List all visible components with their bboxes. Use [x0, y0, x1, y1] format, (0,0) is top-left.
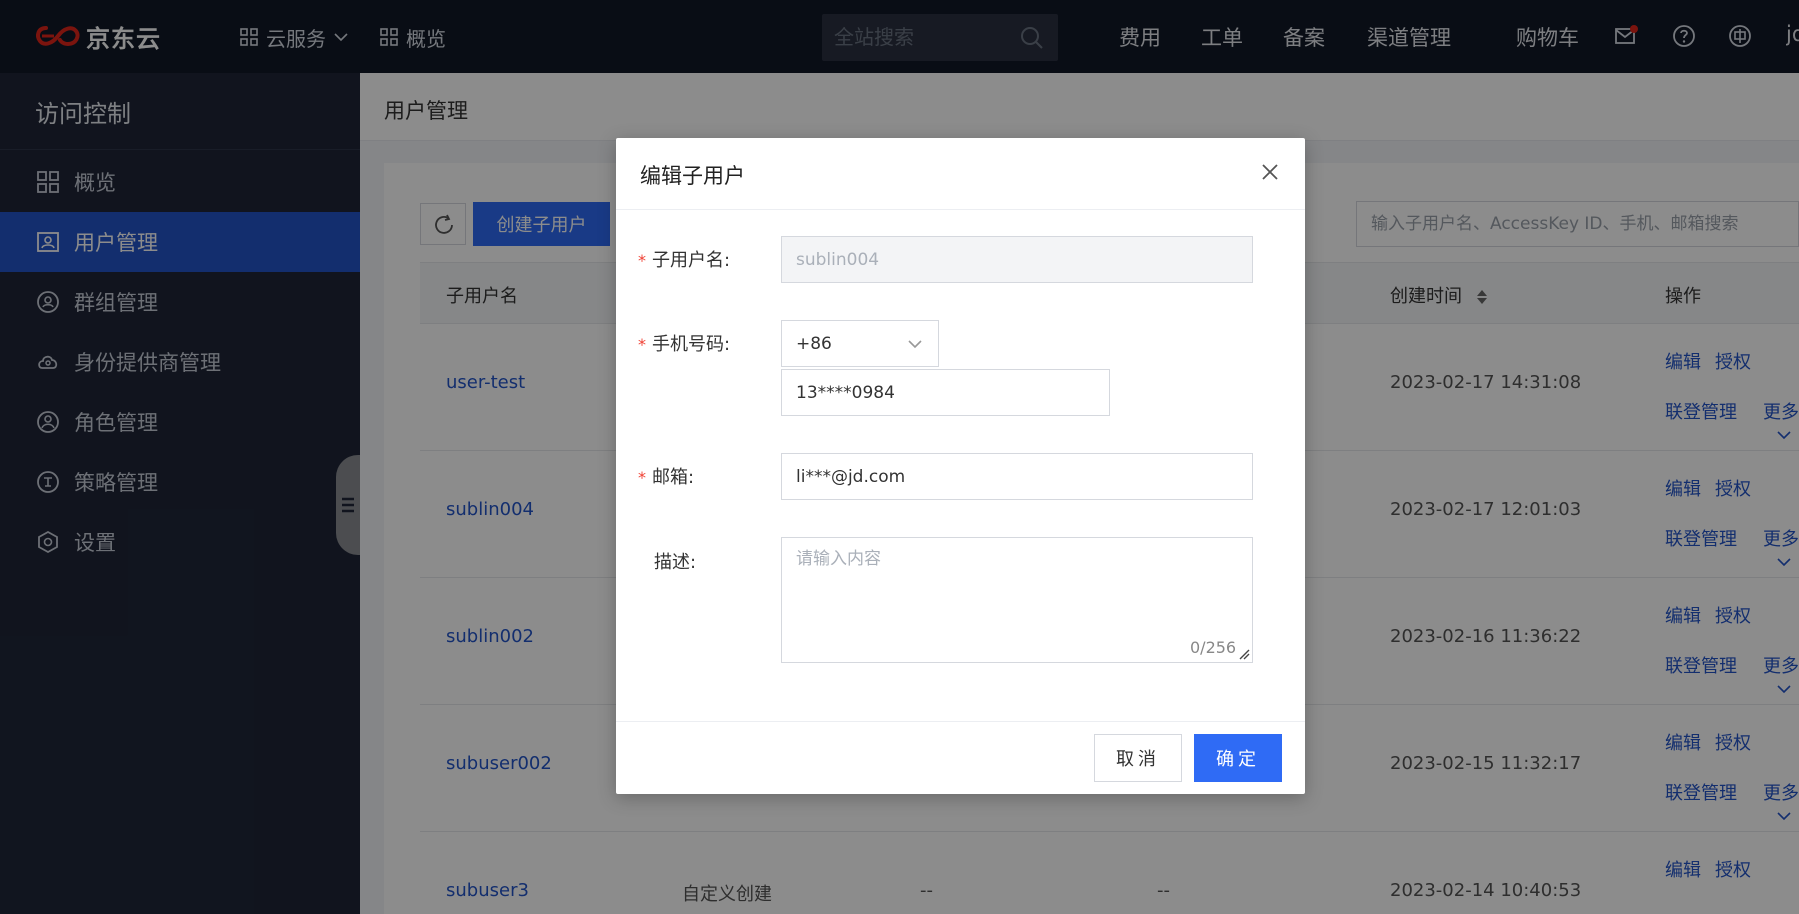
cancel-button[interactable]: 取消 — [1094, 734, 1182, 782]
resize-handle-icon[interactable] — [1238, 648, 1250, 660]
username-field[interactable] — [781, 236, 1253, 283]
dialog-header: 编辑子用户 — [616, 138, 1305, 210]
country-code-select[interactable]: +86 — [781, 320, 939, 367]
confirm-button[interactable]: 确定 — [1194, 734, 1282, 782]
email-field[interactable] — [781, 453, 1253, 500]
email-label: * 邮箱: — [638, 463, 694, 489]
phone-field[interactable] — [781, 369, 1110, 416]
country-code-value: +86 — [796, 333, 832, 354]
chevron-down-icon — [908, 340, 922, 349]
username-label-text: 子用户名: — [652, 250, 731, 271]
required-mark: * — [638, 335, 646, 354]
email-label-text: 邮箱: — [652, 467, 695, 488]
phone-label: * 手机号码: — [638, 330, 730, 356]
description-field[interactable] — [781, 537, 1253, 663]
dialog-footer: 取消 确定 — [616, 721, 1305, 794]
username-label: * 子用户名: — [638, 246, 730, 272]
description-counter: 0/256 — [1190, 638, 1237, 657]
phone-label-text: 手机号码: — [652, 334, 731, 355]
close-icon[interactable] — [1258, 160, 1282, 184]
edit-subuser-dialog: 编辑子用户 * 子用户名: * 手机号码: +86 * 邮箱: 描述: 0/256 取… — [616, 138, 1305, 794]
required-mark: * — [638, 251, 646, 270]
description-label: 描述: — [654, 552, 697, 573]
required-mark: * — [638, 468, 646, 487]
dialog-title: 编辑子用户 — [640, 164, 745, 188]
